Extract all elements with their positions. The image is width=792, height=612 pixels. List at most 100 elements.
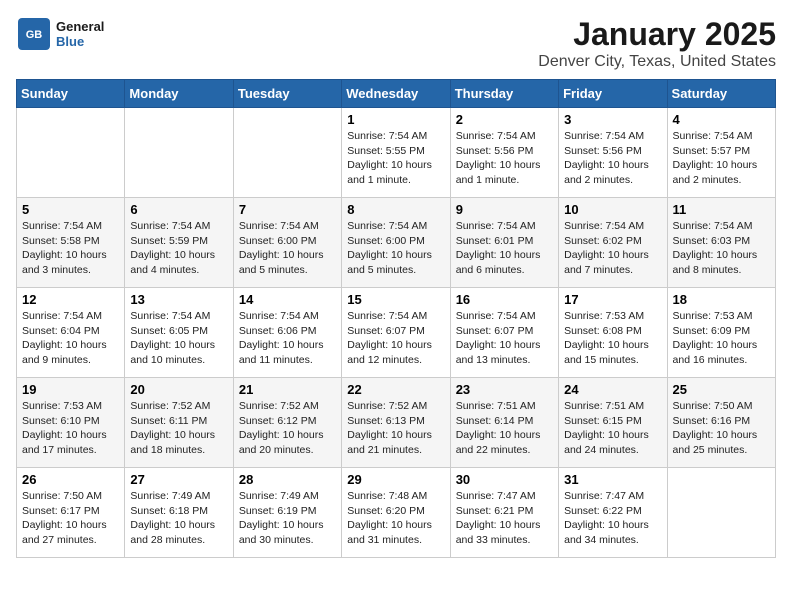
- calendar-cell: 19Sunrise: 7:53 AM Sunset: 6:10 PM Dayli…: [17, 378, 125, 468]
- day-number: 22: [347, 382, 444, 397]
- day-info: Sunrise: 7:54 AM Sunset: 6:06 PM Dayligh…: [239, 309, 336, 368]
- day-number: 13: [130, 292, 227, 307]
- logo-blue-text: Blue: [56, 34, 104, 49]
- calendar-cell: 23 Sunrise: 7:51 AM Sunset: 6:14 PM Dayli…: [450, 378, 558, 468]
- calendar-cell: 25Sunrise: 7:50 AM Sunset: 6:16 PM Dayli…: [667, 378, 775, 468]
- calendar-cell: 21Sunrise: 7:52 AM Sunset: 6:12 PM Dayli…: [233, 378, 341, 468]
- day-number: 27: [130, 472, 227, 487]
- day-info: Sunrise: 7:54 AM Sunset: 5:59 PM Dayligh…: [130, 219, 227, 278]
- day-number: 9: [456, 202, 553, 217]
- day-number: 7: [239, 202, 336, 217]
- day-number: 14: [239, 292, 336, 307]
- day-number: 12: [22, 292, 119, 307]
- calendar-week-2: 5 Sunrise: 7:54 AM Sunset: 5:58 PM Daylig…: [17, 198, 776, 288]
- calendar-table: SundayMondayTuesdayWednesdayThursdayFrid…: [16, 79, 776, 558]
- header-cell-sunday: Sunday: [17, 80, 125, 108]
- calendar-cell: 29 Sunrise: 7:48 AM Sunset: 6:20 PM Dayli…: [342, 468, 450, 558]
- day-number: 18: [673, 292, 770, 307]
- calendar-cell: 6Sunrise: 7:54 AM Sunset: 5:59 PM Daylig…: [125, 198, 233, 288]
- day-number: 8: [347, 202, 444, 217]
- calendar-cell: 30Sunrise: 7:47 AM Sunset: 6:21 PM Dayli…: [450, 468, 558, 558]
- calendar-body: 1 Sunrise: 7:54 AM Sunset: 5:55 PM Daylig…: [17, 108, 776, 558]
- day-number: 4: [673, 112, 770, 127]
- day-info: Sunrise: 7:48 AM Sunset: 6:20 PM Dayligh…: [347, 489, 444, 548]
- calendar-week-4: 19Sunrise: 7:53 AM Sunset: 6:10 PM Dayli…: [17, 378, 776, 468]
- day-info: Sunrise: 7:53 AM Sunset: 6:10 PM Dayligh…: [22, 399, 119, 458]
- svg-text:GB: GB: [26, 29, 43, 41]
- day-info: Sunrise: 7:54 AM Sunset: 6:00 PM Dayligh…: [347, 219, 444, 278]
- calendar-cell: 1 Sunrise: 7:54 AM Sunset: 5:55 PM Daylig…: [342, 108, 450, 198]
- day-info: Sunrise: 7:54 AM Sunset: 5:58 PM Dayligh…: [22, 219, 119, 278]
- calendar-cell: 8 Sunrise: 7:54 AM Sunset: 6:00 PM Daylig…: [342, 198, 450, 288]
- calendar-cell: 20 Sunrise: 7:52 AM Sunset: 6:11 PM Dayli…: [125, 378, 233, 468]
- header-cell-monday: Monday: [125, 80, 233, 108]
- calendar-cell: 24Sunrise: 7:51 AM Sunset: 6:15 PM Dayli…: [559, 378, 667, 468]
- day-info: Sunrise: 7:51 AM Sunset: 6:14 PM Dayligh…: [456, 399, 553, 458]
- header-cell-thursday: Thursday: [450, 80, 558, 108]
- calendar-cell: 18Sunrise: 7:53 AM Sunset: 6:09 PM Dayli…: [667, 288, 775, 378]
- page-subtitle: Denver City, Texas, United States: [538, 53, 776, 71]
- day-info: Sunrise: 7:54 AM Sunset: 6:07 PM Dayligh…: [347, 309, 444, 368]
- day-info: Sunrise: 7:52 AM Sunset: 6:11 PM Dayligh…: [130, 399, 227, 458]
- calendar-cell: 22 Sunrise: 7:52 AM Sunset: 6:13 PM Dayli…: [342, 378, 450, 468]
- day-info: Sunrise: 7:47 AM Sunset: 6:21 PM Dayligh…: [456, 489, 553, 548]
- logo: GB General Blue: [16, 16, 104, 52]
- day-info: Sunrise: 7:50 AM Sunset: 6:17 PM Dayligh…: [22, 489, 119, 548]
- day-info: Sunrise: 7:54 AM Sunset: 6:05 PM Dayligh…: [130, 309, 227, 368]
- calendar-week-5: 26Sunrise: 7:50 AM Sunset: 6:17 PM Dayli…: [17, 468, 776, 558]
- day-info: Sunrise: 7:47 AM Sunset: 6:22 PM Dayligh…: [564, 489, 661, 548]
- calendar-cell: 9 Sunrise: 7:54 AM Sunset: 6:01 PM Daylig…: [450, 198, 558, 288]
- page-title: January 2025: [538, 16, 776, 53]
- day-number: 5: [22, 202, 119, 217]
- calendar-cell: 14 Sunrise: 7:54 AM Sunset: 6:06 PM Dayli…: [233, 288, 341, 378]
- day-number: 10: [564, 202, 661, 217]
- day-number: 28: [239, 472, 336, 487]
- day-number: 16: [456, 292, 553, 307]
- day-info: Sunrise: 7:54 AM Sunset: 6:00 PM Dayligh…: [239, 219, 336, 278]
- day-info: Sunrise: 7:52 AM Sunset: 6:13 PM Dayligh…: [347, 399, 444, 458]
- day-number: 2: [456, 112, 553, 127]
- day-number: 17: [564, 292, 661, 307]
- calendar-cell: 4 Sunrise: 7:54 AM Sunset: 5:57 PM Daylig…: [667, 108, 775, 198]
- calendar-cell: 15 Sunrise: 7:54 AM Sunset: 6:07 PM Dayli…: [342, 288, 450, 378]
- day-info: Sunrise: 7:54 AM Sunset: 6:02 PM Dayligh…: [564, 219, 661, 278]
- calendar-cell: 31 Sunrise: 7:47 AM Sunset: 6:22 PM Dayli…: [559, 468, 667, 558]
- calendar-cell: [17, 108, 125, 198]
- calendar-week-1: 1 Sunrise: 7:54 AM Sunset: 5:55 PM Daylig…: [17, 108, 776, 198]
- calendar-cell: 11 Sunrise: 7:54 AM Sunset: 6:03 PM Dayli…: [667, 198, 775, 288]
- day-info: Sunrise: 7:54 AM Sunset: 6:01 PM Dayligh…: [456, 219, 553, 278]
- day-info: Sunrise: 7:54 AM Sunset: 6:04 PM Dayligh…: [22, 309, 119, 368]
- calendar-cell: 13 Sunrise: 7:54 AM Sunset: 6:05 PM Dayli…: [125, 288, 233, 378]
- day-number: 21: [239, 382, 336, 397]
- day-number: 20: [130, 382, 227, 397]
- calendar-cell: 27Sunrise: 7:49 AM Sunset: 6:18 PM Dayli…: [125, 468, 233, 558]
- calendar-cell: 5 Sunrise: 7:54 AM Sunset: 5:58 PM Daylig…: [17, 198, 125, 288]
- day-number: 31: [564, 472, 661, 487]
- day-number: 15: [347, 292, 444, 307]
- calendar-cell: 3Sunrise: 7:54 AM Sunset: 5:56 PM Daylig…: [559, 108, 667, 198]
- calendar-week-3: 12 Sunrise: 7:54 AM Sunset: 6:04 PM Dayli…: [17, 288, 776, 378]
- calendar-cell: [125, 108, 233, 198]
- calendar-cell: [667, 468, 775, 558]
- day-number: 24: [564, 382, 661, 397]
- calendar-header-row: SundayMondayTuesdayWednesdayThursdayFrid…: [17, 80, 776, 108]
- day-info: Sunrise: 7:54 AM Sunset: 6:07 PM Dayligh…: [456, 309, 553, 368]
- day-info: Sunrise: 7:49 AM Sunset: 6:19 PM Dayligh…: [239, 489, 336, 548]
- day-info: Sunrise: 7:54 AM Sunset: 6:03 PM Dayligh…: [673, 219, 770, 278]
- day-info: Sunrise: 7:53 AM Sunset: 6:08 PM Dayligh…: [564, 309, 661, 368]
- day-number: 11: [673, 202, 770, 217]
- day-number: 1: [347, 112, 444, 127]
- calendar-cell: 2Sunrise: 7:54 AM Sunset: 5:56 PM Daylig…: [450, 108, 558, 198]
- header-cell-tuesday: Tuesday: [233, 80, 341, 108]
- page-header: GB General Blue January 2025 Denver City…: [16, 16, 776, 71]
- header-cell-saturday: Saturday: [667, 80, 775, 108]
- day-number: 29: [347, 472, 444, 487]
- day-number: 23: [456, 382, 553, 397]
- logo-general-text: General: [56, 19, 104, 34]
- logo-icon: GB: [16, 16, 52, 52]
- calendar-cell: 10 Sunrise: 7:54 AM Sunset: 6:02 PM Dayli…: [559, 198, 667, 288]
- calendar-cell: 7 Sunrise: 7:54 AM Sunset: 6:00 PM Daylig…: [233, 198, 341, 288]
- day-info: Sunrise: 7:54 AM Sunset: 5:55 PM Dayligh…: [347, 129, 444, 188]
- day-info: Sunrise: 7:54 AM Sunset: 5:57 PM Dayligh…: [673, 129, 770, 188]
- calendar-cell: [233, 108, 341, 198]
